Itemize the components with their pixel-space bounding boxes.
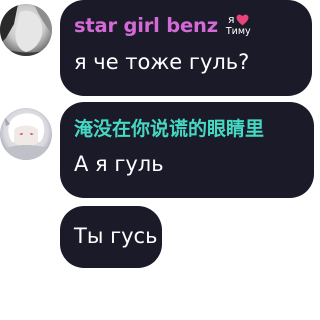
avatar-image bbox=[0, 108, 52, 160]
sender-avatar[interactable] bbox=[0, 4, 52, 56]
badge-top-text: я bbox=[227, 13, 235, 27]
sender-name[interactable]: star girl benz bbox=[74, 14, 218, 37]
message-text: А я гуль bbox=[74, 152, 164, 176]
heart-icon bbox=[236, 14, 249, 26]
sender-name[interactable]: 淹没在你说谎的眼睛里 bbox=[74, 114, 264, 141]
sender-row: 淹没在你说谎的眼睛里 bbox=[74, 112, 300, 142]
message-text: я че тоже гуль? bbox=[74, 50, 250, 74]
user-badge: я Тиму bbox=[226, 14, 251, 37]
sender-avatar[interactable] bbox=[0, 108, 52, 160]
avatar-image bbox=[0, 4, 52, 56]
badge-bottom-text: Тиму bbox=[225, 25, 251, 37]
message-text: Ты гусь bbox=[74, 224, 158, 248]
sender-row: star girl benz я Тиму bbox=[74, 10, 298, 40]
chat-thread: star girl benz я Тиму я че тоже гуль? 淹没… bbox=[0, 0, 314, 320]
message-bubble[interactable]: star girl benz я Тиму я че тоже гуль? bbox=[60, 0, 312, 96]
message-bubble[interactable]: 淹没在你说谎的眼睛里 А я гуль bbox=[60, 102, 314, 198]
message-bubble[interactable]: Ты гусь bbox=[60, 206, 162, 268]
